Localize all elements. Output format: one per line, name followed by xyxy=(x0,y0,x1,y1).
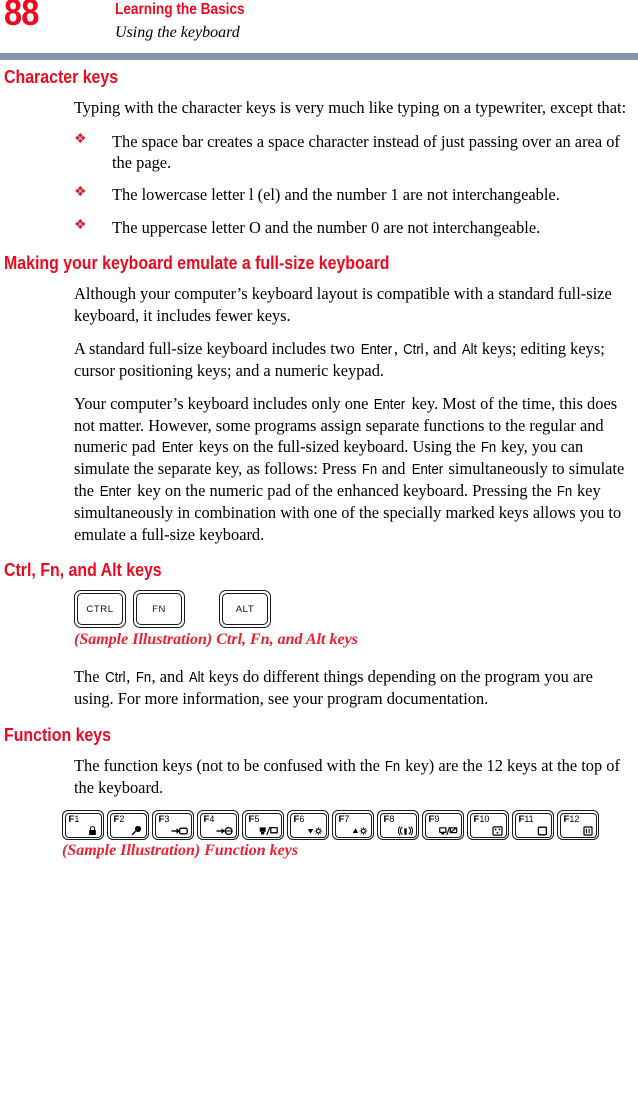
padlock-icon xyxy=(87,825,98,836)
key-f4-label: F4 xyxy=(203,813,215,825)
key-f1: F1 xyxy=(62,810,104,841)
list-item: ❖ The uppercase letter O and the number … xyxy=(74,217,632,238)
key-alt: ALT xyxy=(219,590,271,629)
inline-key-name: Ctrl xyxy=(403,341,424,358)
key-f6: F6 xyxy=(287,810,329,841)
inline-key-name: Enter xyxy=(360,341,393,358)
inline-key-name: Enter xyxy=(161,440,193,457)
paragraph-emulate-2: A standard full-size keyboard includes t… xyxy=(74,338,605,380)
inline-key-name: Fn xyxy=(480,440,497,457)
key-f5: F5 xyxy=(242,810,284,841)
header-titles: Learning the Basics Using the keyboard xyxy=(115,0,262,44)
key-f10: F10 xyxy=(467,810,509,841)
paragraph-emulate-3: Your computer’s keyboard includes only o… xyxy=(74,394,625,544)
key-f7: F7 xyxy=(332,810,374,841)
brightness-up-icon xyxy=(352,826,368,836)
list-item-text: The lowercase letter l (el) and the numb… xyxy=(112,185,560,205)
key-ctrl-label: CTRL xyxy=(77,593,123,626)
key-f2: F2 xyxy=(107,810,149,841)
page-number: 88 xyxy=(4,0,39,33)
key-f2-label: F2 xyxy=(113,813,125,825)
function-key-row: F1 F2 F3 F4 F5 F6 F7 F8 F9 F10 F11 F12 xyxy=(62,810,638,841)
inline-key-name: Fn xyxy=(361,462,377,479)
inline-key-name: Enter xyxy=(99,484,132,501)
book-title: Learning the Basics xyxy=(115,1,245,18)
scroll-lock-icon xyxy=(582,826,593,836)
inline-key-name: Enter xyxy=(374,397,406,414)
key-f11: F11 xyxy=(512,810,554,841)
key-f3: F3 xyxy=(152,810,194,841)
key-f7-label: F7 xyxy=(338,813,350,825)
inline-key-name: Alt xyxy=(461,341,477,358)
heading-emulate-full-size-keyboard: Making your keyboard emulate a full-size… xyxy=(4,251,390,273)
heading-ctrl-fn-alt-keys: Ctrl, Fn, and Alt keys xyxy=(4,558,162,580)
floret-bullet-icon: ❖ xyxy=(74,131,87,147)
heading-function-keys: Function keys xyxy=(4,723,111,745)
key-f10-label: F10 xyxy=(473,813,490,825)
character-keys-bullet-list: ❖ The space bar creates a space characte… xyxy=(0,131,638,238)
paragraph-ctrl-fn-alt-after: The Ctrl, Fn, and Alt keys do different … xyxy=(74,667,593,709)
numeric-overlay-icon xyxy=(537,826,548,836)
key-f8-label: F8 xyxy=(383,813,395,825)
key-f3-label: F3 xyxy=(158,813,170,825)
key-f6-label: F6 xyxy=(293,813,305,825)
cursor-overlay-icon xyxy=(491,825,503,836)
page-content: Character keys Typing with the character… xyxy=(0,48,638,860)
magnifier-icon xyxy=(131,825,143,836)
standby-icon xyxy=(171,826,188,836)
key-f9-label: F9 xyxy=(428,813,440,825)
key-alt-label: ALT xyxy=(222,593,268,626)
key-ctrl: CTRL xyxy=(74,590,126,629)
caption-function-keys: (Sample Illustration) Function keys xyxy=(62,842,299,860)
paragraph-character-keys-intro: Typing with the character keys is very m… xyxy=(74,98,627,118)
list-item: ❖ The lowercase letter l (el) and the nu… xyxy=(74,184,632,205)
key-f5-label: F5 xyxy=(248,813,260,825)
inline-key-name: Ctrl xyxy=(104,670,126,687)
inline-key-name: Fn xyxy=(556,484,573,501)
inline-key-name: Alt xyxy=(188,670,204,687)
key-fn-label: FN xyxy=(136,593,182,626)
paragraph-function-keys-intro: The function keys (not to be confused wi… xyxy=(74,755,620,797)
floret-bullet-icon: ❖ xyxy=(74,185,87,201)
ctrl-fn-alt-illustration: CTRL FN ALT (Sample Illustration) Ctrl, … xyxy=(74,590,638,649)
key-f4: F4 xyxy=(197,810,239,841)
key-f11-label: F11 xyxy=(518,813,534,825)
section-title: Using the keyboard xyxy=(115,23,240,41)
inline-key-name: Fn xyxy=(384,758,401,775)
key-f12-label: F12 xyxy=(563,813,580,825)
key-f9: F9 xyxy=(422,810,464,841)
display-switch-icon xyxy=(259,826,278,836)
hibernate-icon xyxy=(216,826,233,836)
key-f8: F8 xyxy=(377,810,419,841)
list-item-text: The uppercase letter O and the number 0 … xyxy=(112,217,541,237)
manual-page: { "header": { "page_number": "88", "book… xyxy=(0,0,638,1094)
caption-ctrl-fn-alt: (Sample Illustration) Ctrl, Fn, and Alt … xyxy=(74,631,358,649)
key-fn: FN xyxy=(133,590,185,629)
floret-bullet-icon: ❖ xyxy=(74,217,87,233)
wireless-icon xyxy=(397,825,413,836)
page-header: 88 Learning the Basics Using the keyboar… xyxy=(0,0,638,60)
modifier-key-row: CTRL FN ALT xyxy=(74,590,638,629)
list-item: ❖ The space bar creates a space characte… xyxy=(74,131,632,174)
key-f1-label: F1 xyxy=(68,813,80,825)
inline-key-name: Fn xyxy=(135,670,151,687)
heading-character-keys: Character keys xyxy=(4,66,119,87)
paragraph-emulate-1: Although your computer’s keyboard layout… xyxy=(74,284,612,325)
key-f12: F12 xyxy=(557,810,599,841)
list-item-text: The space bar creates a space character … xyxy=(112,131,620,172)
touchpad-toggle-icon xyxy=(438,826,458,836)
inline-key-name: Enter xyxy=(411,462,443,479)
function-keys-illustration: F1 F2 F3 F4 F5 F6 F7 F8 F9 F10 F11 F12 (… xyxy=(0,810,638,860)
brightness-down-icon xyxy=(307,826,323,836)
